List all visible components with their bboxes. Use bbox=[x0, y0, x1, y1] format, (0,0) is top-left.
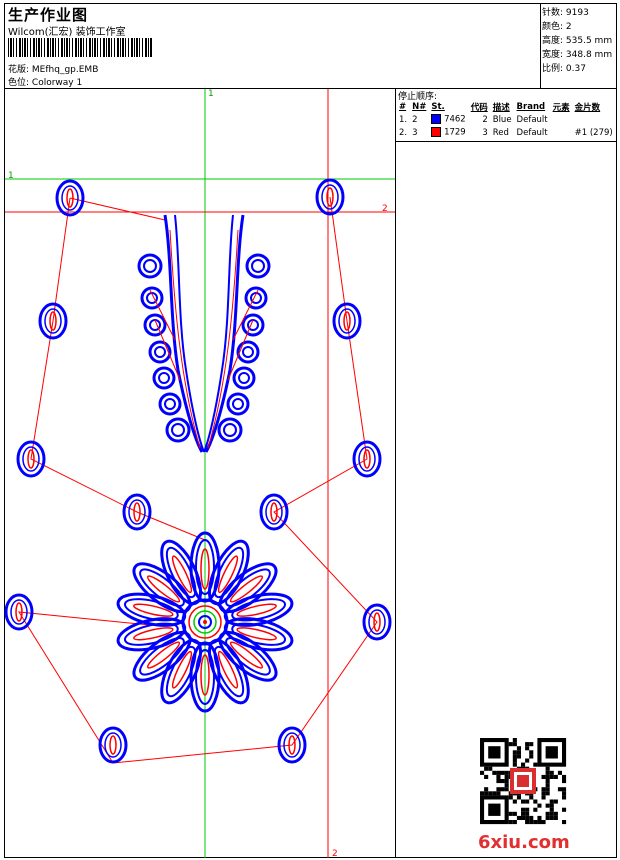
green-marker-left: 1 bbox=[8, 171, 14, 181]
embroidery-canvas: 1 1 2 2 6xiu.com bbox=[4, 89, 570, 859]
red-marker-bottom: 2 bbox=[332, 849, 338, 859]
qr-code bbox=[480, 738, 567, 825]
right-scroll-motif bbox=[203, 214, 271, 453]
left-scroll-motif bbox=[137, 214, 205, 453]
sequin-ovals bbox=[4, 178, 392, 764]
green-marker-top: 1 bbox=[208, 89, 214, 99]
red-marker-right: 2 bbox=[382, 204, 388, 214]
watermark-logo: 6xiu.com bbox=[478, 832, 570, 853]
sequin-oval bbox=[98, 726, 128, 764]
